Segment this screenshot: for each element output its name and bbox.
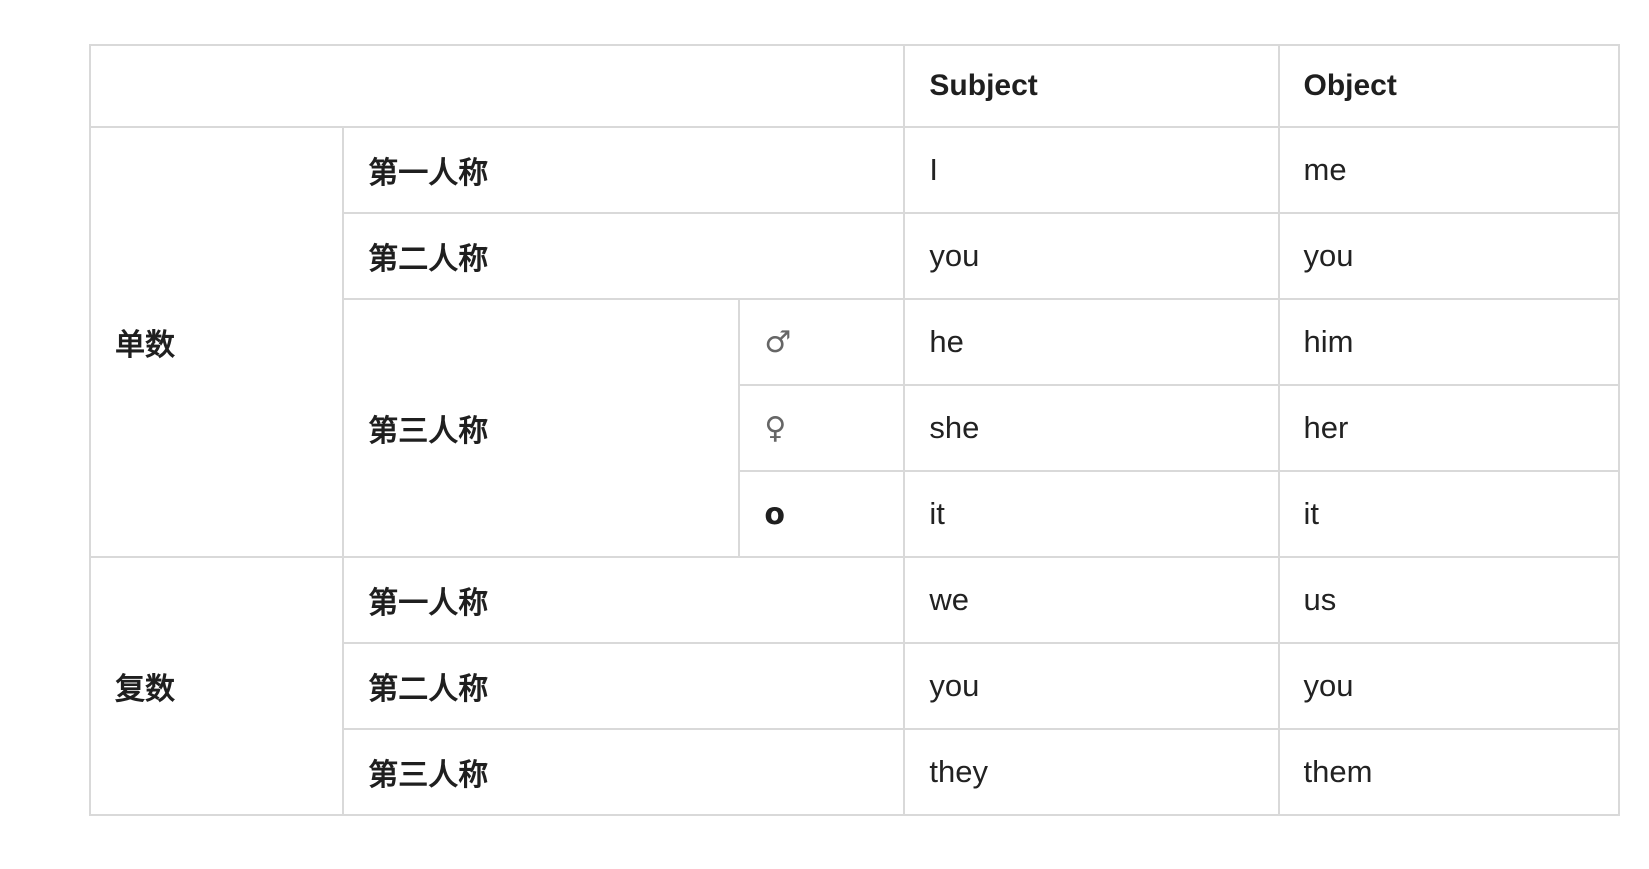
object-cell: you [1277, 212, 1620, 300]
singular-label: 单数 [88, 126, 345, 558]
table-row: 单数 第一人称 I me [88, 126, 1620, 558]
person-label: 第三人称 [342, 728, 906, 816]
subject-cell: she [903, 384, 1280, 472]
object-header: Object [1277, 44, 1620, 128]
object-cell: him [1277, 298, 1620, 386]
subject-cell: you [903, 212, 1280, 300]
person-label: 第一人称 [342, 556, 906, 644]
corner-header [88, 44, 906, 128]
subject-cell: he [903, 298, 1280, 386]
plural-label: 复数 [88, 556, 345, 816]
table-row: 复数 第一人称 we us [88, 556, 1620, 816]
person-label: 第二人称 [342, 212, 906, 300]
object-cell: it [1277, 470, 1620, 558]
female-icon: ♀ [738, 384, 906, 472]
pronoun-table-container: Subject Object 单数 第一人称 I me 第二人称 you you… [88, 44, 1620, 816]
object-cell: us [1277, 556, 1620, 644]
object-cell: you [1277, 642, 1620, 730]
person-label: 第二人称 [342, 642, 906, 730]
person-label: 第三人称 [342, 298, 741, 558]
object-cell: me [1277, 126, 1620, 214]
subject-cell: they [903, 728, 1280, 816]
object-cell: her [1277, 384, 1620, 472]
subject-cell: you [903, 642, 1280, 730]
pronoun-table: Subject Object 单数 第一人称 I me 第二人称 you you… [88, 44, 1620, 816]
subject-header: Subject [903, 44, 1280, 128]
subject-cell: it [903, 470, 1280, 558]
neuter-icon: o [738, 470, 906, 558]
male-icon: ♂ [738, 298, 906, 386]
subject-cell: we [903, 556, 1280, 644]
person-label: 第一人称 [342, 126, 906, 214]
subject-cell: I [903, 126, 1280, 214]
object-cell: them [1277, 728, 1620, 816]
header-row: Subject Object [88, 44, 1620, 128]
